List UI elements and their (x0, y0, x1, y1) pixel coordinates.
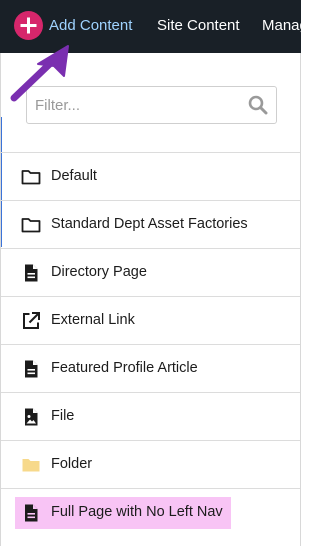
document-icon (25, 360, 38, 378)
list-item-file[interactable]: File (1, 393, 300, 441)
content-type-list: Default Standard Dept Asset Factories Di… (1, 152, 300, 537)
filter-input[interactable] (35, 87, 235, 123)
list-item-full-page-no-left-nav[interactable]: Full Page with No Left Nav (1, 489, 300, 537)
list-item-label: Standard Dept Asset Factories (51, 216, 248, 232)
list-item-label: Folder (51, 456, 93, 472)
site-content-link[interactable]: Site Content (157, 17, 240, 35)
list-item-folder[interactable]: Folder (1, 441, 300, 489)
page: Add Content Site Content Manag Default (0, 0, 301, 546)
add-content-link[interactable]: Add Content (49, 17, 132, 35)
list-item-label: Featured Profile Article (51, 360, 198, 376)
plus-icon (20, 17, 37, 34)
external-link-icon (23, 312, 40, 329)
list-item-label: External Link (51, 312, 135, 328)
manage-link[interactable]: Manag (262, 17, 301, 35)
folder-filled-icon (22, 459, 40, 472)
top-navigation-bar: Add Content Site Content Manag (0, 0, 301, 53)
list-item-featured-profile-article[interactable]: Featured Profile Article (1, 345, 300, 393)
search-icon[interactable] (248, 95, 268, 115)
filter-box (26, 86, 277, 124)
document-icon (25, 264, 38, 282)
add-content-dropdown: Default Standard Dept Asset Factories Di… (0, 53, 301, 546)
list-item-label: Full Page with No Left Nav (51, 504, 223, 520)
file-image-icon (25, 408, 38, 426)
add-content-button[interactable] (14, 11, 43, 40)
list-item-default[interactable]: Default (1, 153, 300, 201)
list-item-external-link[interactable]: External Link (1, 297, 300, 345)
folder-outline-icon (21, 170, 41, 185)
folder-outline-icon (21, 218, 41, 233)
list-item-label: File (51, 408, 75, 424)
document-icon (25, 504, 38, 522)
list-item-standard-dept-asset-factories[interactable]: Standard Dept Asset Factories (1, 201, 300, 249)
list-item-label: Default (51, 168, 97, 184)
list-item-label: Directory Page (51, 264, 147, 280)
list-item-directory-page[interactable]: Directory Page (1, 249, 300, 297)
